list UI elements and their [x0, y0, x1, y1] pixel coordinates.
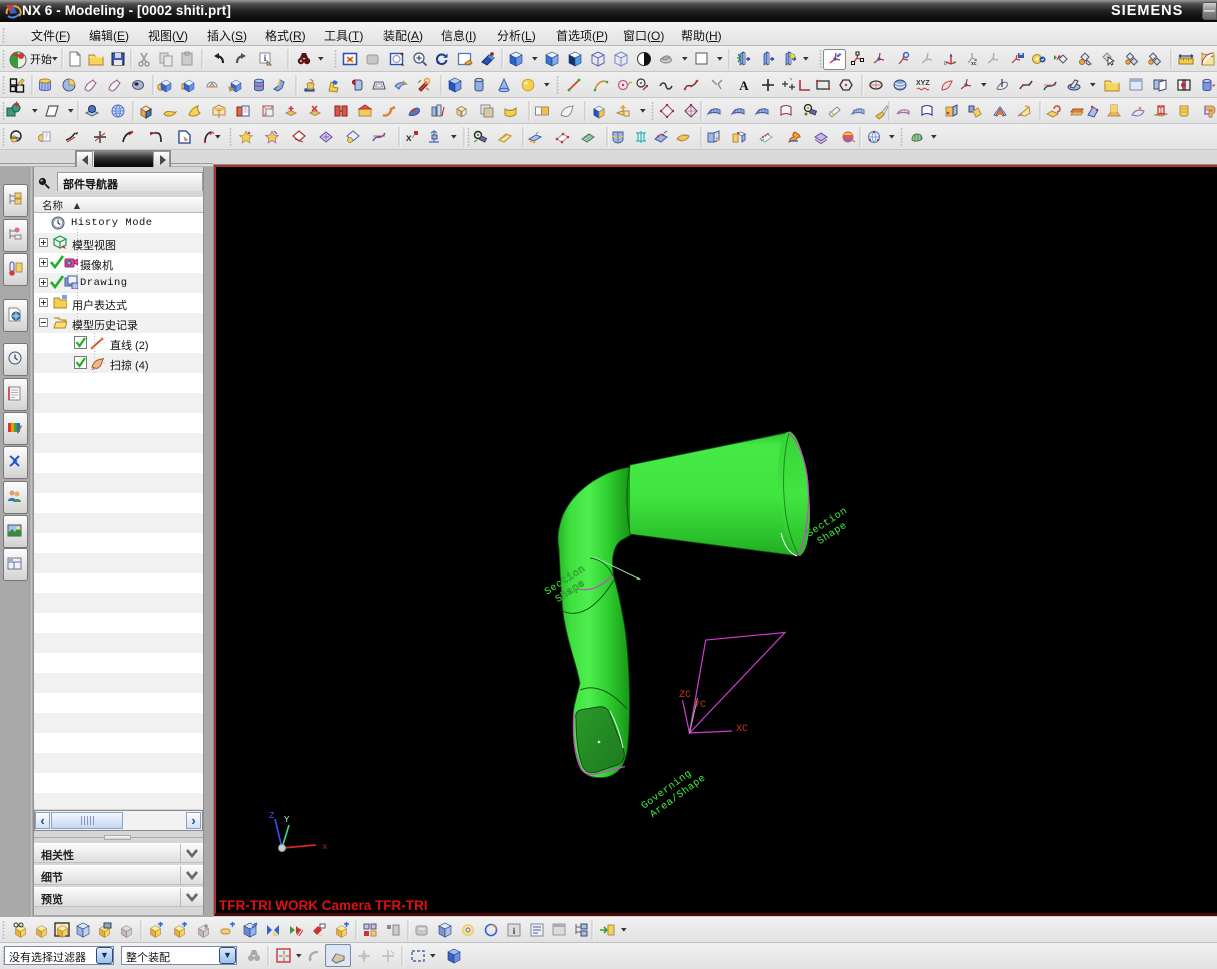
svg-text:Z: Z [269, 811, 275, 821]
svg-text:ZC: ZC [679, 690, 691, 701]
svg-text:A: A [739, 78, 749, 93]
svg-text:x: x [322, 842, 327, 852]
svg-text:XC: XC [736, 724, 748, 735]
svg-text:TFR-TRI WORK Camera TFR-TRI: TFR-TRI WORK Camera TFR-TRI [219, 898, 428, 913]
svg-text:Y: Y [284, 815, 290, 825]
svg-text:YC: YC [694, 700, 706, 711]
svg-text:开始: 开始 [30, 52, 52, 66]
svg-text:0: 0 [944, 61, 947, 67]
svg-text:XYZ: XYZ [916, 80, 930, 87]
svg-text:x: x [406, 133, 412, 144]
svg-text:xc: xc [971, 61, 977, 67]
